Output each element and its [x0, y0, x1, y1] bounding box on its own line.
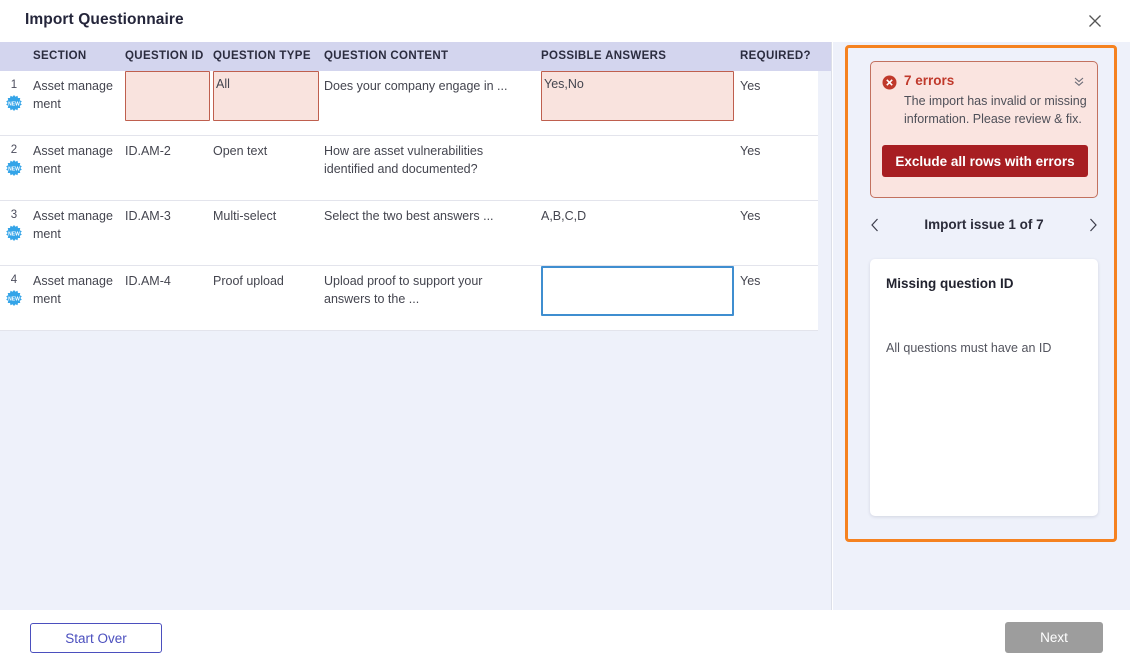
import-grid: SECTIONQUESTION IDQUESTION TYPEQUESTION … — [0, 42, 832, 610]
error-circle-icon — [882, 75, 897, 90]
cell-qtype[interactable]: Proof upload — [213, 266, 319, 331]
table-row[interactable]: 2 NEW Asset managementID.AM-2Open textHow … — [0, 136, 818, 201]
table-row[interactable]: 3 NEW Asset managementID.AM-3Multi-selectS… — [0, 201, 818, 266]
row-number: 2 — [0, 136, 28, 156]
new-badge-icon: NEW — [6, 160, 22, 176]
cell-answers[interactable]: A,B,C,D — [541, 201, 734, 266]
cell-answers[interactable] — [541, 266, 734, 316]
cell-section[interactable]: Asset management — [33, 136, 123, 201]
cell-qid[interactable] — [125, 71, 210, 121]
row-number: 4 — [0, 266, 28, 286]
close-icon[interactable] — [1084, 10, 1106, 32]
svg-text:NEW: NEW — [8, 296, 20, 302]
issue-pager-label: Import issue 1 of 7 — [858, 209, 1110, 241]
error-summary-card: 7 errors The import has invalid or missi… — [870, 61, 1098, 198]
issue-pager: Import issue 1 of 7 — [858, 209, 1110, 241]
cell-required[interactable]: Yes — [740, 266, 818, 331]
cell-content[interactable]: How are asset vulnerabilities identified… — [324, 136, 536, 201]
cell-section[interactable]: Asset management — [33, 71, 123, 136]
page-title: Import Questionnaire — [25, 11, 184, 29]
grid-header-row: SECTIONQUESTION IDQUESTION TYPEQUESTION … — [0, 42, 832, 71]
cell-section[interactable]: Asset management — [33, 201, 123, 266]
cell-qtype[interactable]: All — [213, 71, 319, 121]
cell-qtype[interactable]: Open text — [213, 136, 319, 201]
table-row[interactable]: 1 NEW Asset management AllDoes your company… — [0, 71, 818, 136]
cell-answers[interactable] — [541, 136, 734, 201]
row-number: 3 — [0, 201, 28, 221]
cell-qid[interactable]: ID.AM-2 — [125, 136, 210, 201]
table-row[interactable]: 4 NEW Asset managementID.AM-4Proof uploadU… — [0, 266, 818, 331]
issue-description: All questions must have an ID — [886, 339, 1082, 357]
chevron-right-icon[interactable] — [1081, 209, 1105, 241]
cell-required[interactable]: Yes — [740, 201, 818, 266]
column-header-required[interactable]: REQUIRED? — [740, 42, 832, 71]
cell-qid[interactable]: ID.AM-4 — [125, 266, 210, 331]
cell-content[interactable]: Does your company engage in ... — [324, 71, 536, 136]
cell-content[interactable]: Upload proof to support your answers to … — [324, 266, 536, 331]
column-header-qtype[interactable]: QUESTION TYPE — [213, 42, 339, 71]
issue-title: Missing question ID — [886, 276, 1014, 291]
footer-bar: Start Over Next — [0, 610, 1130, 662]
new-badge-icon: NEW — [6, 95, 22, 111]
cell-section[interactable]: Asset management — [33, 266, 123, 331]
cell-qid[interactable]: ID.AM-3 — [125, 201, 210, 266]
error-description: The import has invalid or missing inform… — [904, 92, 1088, 128]
error-count-label: 7 errors — [904, 73, 954, 88]
cell-content[interactable]: Select the two best answers ... — [324, 201, 536, 266]
grid-body: 1 NEW Asset management AllDoes your company… — [0, 71, 832, 601]
cell-qtype[interactable]: Multi-select — [213, 201, 319, 266]
window-titlebar: Import Questionnaire — [0, 0, 1130, 42]
svg-text:NEW: NEW — [8, 166, 20, 172]
column-header-answers[interactable]: POSSIBLE ANSWERS — [541, 42, 754, 71]
issues-panel: 7 errors The import has invalid or missi… — [833, 42, 1130, 610]
next-button: Next — [1005, 622, 1103, 653]
issues-highlight-box: 7 errors The import has invalid or missi… — [845, 45, 1117, 542]
chevron-double-down-icon[interactable] — [1072, 74, 1088, 90]
row-number: 1 — [0, 71, 28, 91]
exclude-all-rows-button[interactable]: Exclude all rows with errors — [882, 145, 1088, 177]
cell-required[interactable]: Yes — [740, 136, 818, 201]
svg-text:NEW: NEW — [8, 231, 20, 237]
cell-answers[interactable]: Yes,No — [541, 71, 734, 121]
new-badge-icon: NEW — [6, 225, 22, 241]
issue-detail-card: Missing question ID All questions must h… — [870, 259, 1098, 516]
cell-required[interactable]: Yes — [740, 71, 818, 136]
column-header-content[interactable]: QUESTION CONTENT — [324, 42, 556, 71]
svg-text:NEW: NEW — [8, 101, 20, 107]
start-over-button[interactable]: Start Over — [30, 623, 162, 653]
new-badge-icon: NEW — [6, 290, 22, 306]
